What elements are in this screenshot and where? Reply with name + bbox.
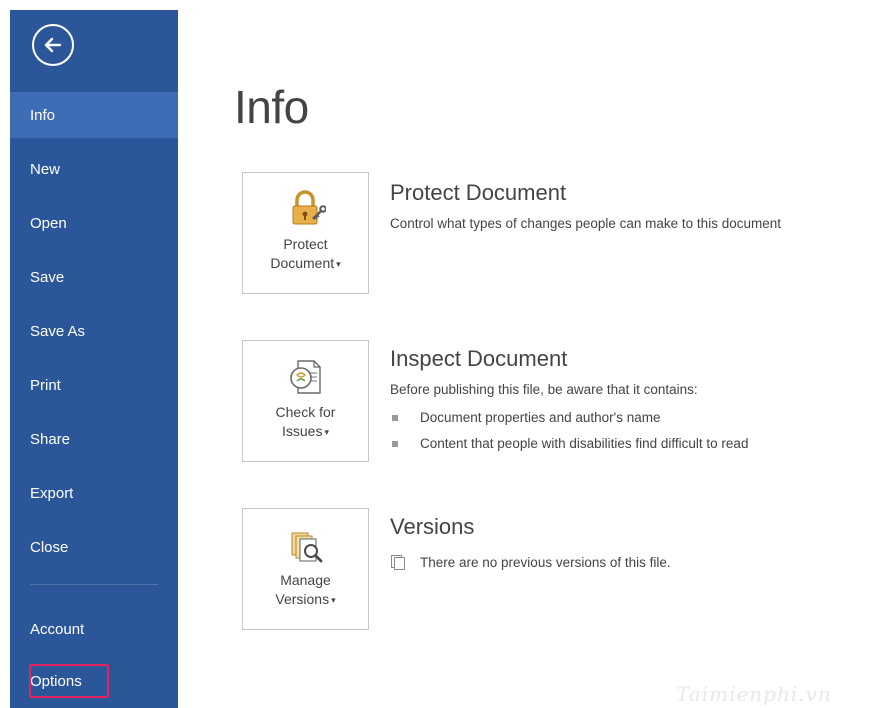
nav-item-new[interactable]: New [10,146,178,192]
sidebar-divider [30,584,158,585]
button-label-line1: Manage [280,572,331,588]
nav-item-label: Account [30,620,85,638]
nav-item-options[interactable]: Options [10,658,178,704]
manage-versions-button[interactable]: Manage Versions ▾ [242,508,369,630]
nav-item-label: Options [30,672,82,690]
nav-item-share[interactable]: Share [10,416,178,462]
nav-item-label: Info [30,106,56,124]
dropdown-caret-icon: ▾ [336,258,341,269]
back-button[interactable] [32,24,74,66]
inspect-document-icon [289,360,321,394]
list-item: Document properties and author's name [392,410,660,425]
section-title: Protect Document [390,180,567,205]
versions-status: There are no previous versions of this f… [390,554,671,570]
nav-item-label: Open [30,214,67,232]
section-description: Control what types of changes people can… [390,216,781,231]
button-label-line1: Protect [283,236,328,252]
lock-key-icon [292,190,326,225]
dropdown-caret-icon: ▾ [331,594,336,605]
document-versions-icon [391,555,405,570]
section-description: There are no previous versions of this f… [420,554,671,570]
nav-item-label: Print [30,376,61,394]
nav-item-save[interactable]: Save [10,254,178,300]
nav-item-account[interactable]: Account [10,606,178,652]
section-title: Inspect Document [390,346,568,371]
nav-item-save-as[interactable]: Save As [10,308,178,354]
nav-item-print[interactable]: Print [10,362,178,408]
nav-item-close[interactable]: Close [10,524,178,570]
nav-item-export[interactable]: Export [10,470,178,516]
bullet-icon [392,414,398,421]
dropdown-caret-icon: ▾ [324,426,329,437]
list-item: Content that people with disabilities fi… [392,436,748,451]
nav-item-label: Close [30,538,69,556]
nav-item-label: Share [30,430,71,448]
protect-document-button[interactable]: Protect Document ▾ [242,172,369,294]
check-for-issues-button[interactable]: Check for Issues ▾ [242,340,369,462]
manage-versions-icon [291,532,322,563]
nav-item-label: Save As [30,322,86,340]
nav-item-open[interactable]: Open [10,200,178,246]
page-title: Info [234,81,309,133]
section-description: Before publishing this file, be aware th… [390,382,698,397]
button-label-line2: Versions [275,591,330,607]
backstage-sidebar: Info New Open Save Save As Print Share E… [10,10,178,708]
section-title: Versions [390,514,475,539]
bullet-icon [392,440,398,447]
nav-item-label: New [30,160,61,178]
back-arrow-icon [44,37,62,53]
nav-item-label: Save [30,268,65,286]
button-label-line2: Issues [281,423,323,439]
nav-item-info[interactable]: Info [10,92,178,138]
nav-item-label: Export [30,484,74,502]
watermark: Taimienphi.vn [676,682,832,706]
button-label-line1: Check for [275,404,336,420]
button-label-line2: Document [270,255,335,271]
